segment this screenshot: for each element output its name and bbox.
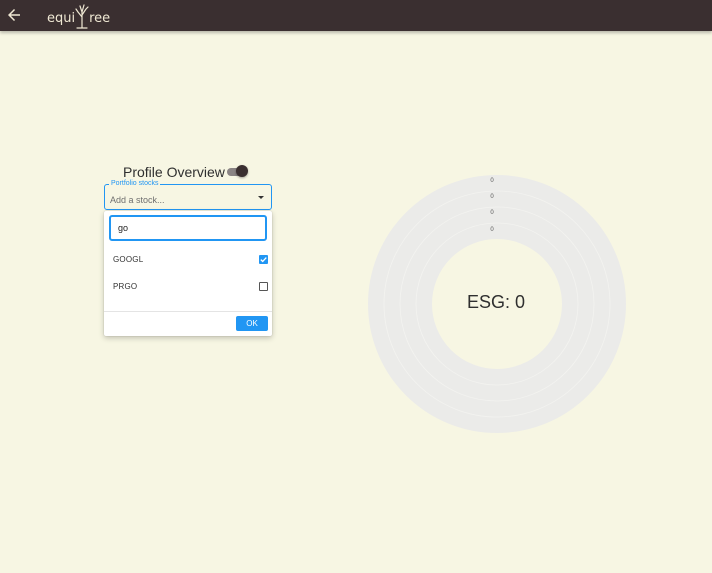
menu-divider	[104, 311, 272, 312]
arrow-left-icon	[8, 9, 20, 21]
stock-option-label: PRGO	[113, 282, 138, 291]
add-stock-placeholder: Add a stock...	[110, 195, 165, 205]
stock-dropdown-menu: GOOGL PRGO OK	[104, 211, 272, 336]
top-app-bar: equi ree	[0, 0, 712, 31]
ok-button[interactable]: OK	[236, 316, 268, 331]
profile-overview-title: Profile Overview	[123, 164, 225, 180]
logo-text-right: ree	[89, 11, 111, 26]
tree-icon	[75, 4, 89, 29]
checkbox-unchecked-icon[interactable]	[259, 282, 268, 291]
esg-ring-value-3: 0	[490, 210, 494, 216]
stock-option-prgo[interactable]: PRGO	[104, 274, 272, 300]
profile-overview-toggle[interactable]	[227, 165, 249, 178]
stock-option-googl[interactable]: GOOGL	[104, 247, 272, 273]
portfolio-stocks-label: Portfolio stocks	[109, 179, 161, 189]
stock-option-label: GOOGL	[113, 255, 144, 264]
esg-ring-value-1: 0	[490, 178, 494, 184]
portfolio-stocks-select[interactable]: Portfolio stocks Add a stock...	[104, 179, 272, 210]
esg-ring-value-2: 0	[490, 194, 494, 200]
logo-text-left: equi	[47, 11, 76, 26]
back-button[interactable]	[5, 6, 23, 24]
toggle-thumb	[236, 165, 248, 177]
stock-search-input[interactable]	[109, 215, 267, 241]
esg-score-text: ESG: 0	[467, 292, 526, 312]
esg-ring-value-4: 0	[490, 227, 494, 233]
equitree-logo[interactable]: equi ree	[47, 2, 110, 29]
caret-down-icon	[258, 196, 264, 199]
checkbox-checked-icon[interactable]	[259, 255, 268, 264]
